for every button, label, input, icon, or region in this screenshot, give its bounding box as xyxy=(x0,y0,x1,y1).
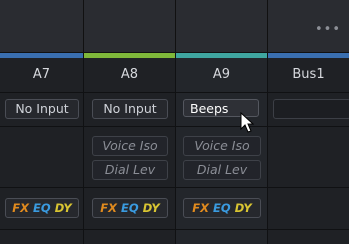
fx-eq-dy-button-a7[interactable]: FX EQ DY xyxy=(5,198,79,218)
effect-slot-a9-2[interactable]: Dial Lev xyxy=(183,160,261,180)
row-divider xyxy=(0,92,349,93)
more-horizontal-icon[interactable]: ••• xyxy=(315,22,341,37)
dy-label: DY xyxy=(234,201,252,215)
fx-label: FX xyxy=(100,201,118,215)
effect-slot-a8-1[interactable]: Voice Iso xyxy=(92,136,168,156)
track-name-a7[interactable]: A7 xyxy=(0,58,83,92)
eq-label: EQ xyxy=(121,201,139,215)
mouse-pointer-icon xyxy=(240,112,255,133)
mixer-top-bar: ••• xyxy=(0,0,349,53)
effect-slot-a9-1[interactable]: Voice Iso xyxy=(183,136,261,156)
input-selector-a8[interactable]: No Input xyxy=(92,99,168,119)
top-bar-divider xyxy=(175,0,176,52)
top-bar-divider xyxy=(267,0,268,52)
effect-slot-a8-2[interactable]: Dial Lev xyxy=(92,160,168,180)
row-divider xyxy=(0,229,349,230)
eq-label: EQ xyxy=(213,201,231,215)
eq-label: EQ xyxy=(33,201,51,215)
input-selector-a7[interactable]: No Input xyxy=(5,99,79,119)
input-selector-bus1[interactable] xyxy=(273,99,349,119)
top-bar-divider xyxy=(83,0,84,52)
fx-eq-dy-button-a8[interactable]: FX EQ DY xyxy=(92,198,168,218)
row-divider xyxy=(0,126,349,127)
dy-label: DY xyxy=(142,201,160,215)
fx-label: FX xyxy=(12,201,30,215)
row-divider xyxy=(0,187,349,188)
track-name-bus1[interactable]: Bus1 xyxy=(268,58,349,92)
track-name-a8[interactable]: A8 xyxy=(84,58,175,92)
track-name-a9[interactable]: A9 xyxy=(176,58,267,92)
fx-label: FX xyxy=(192,201,210,215)
fx-eq-dy-button-a9[interactable]: FX EQ DY xyxy=(183,198,261,218)
dy-label: DY xyxy=(54,201,72,215)
